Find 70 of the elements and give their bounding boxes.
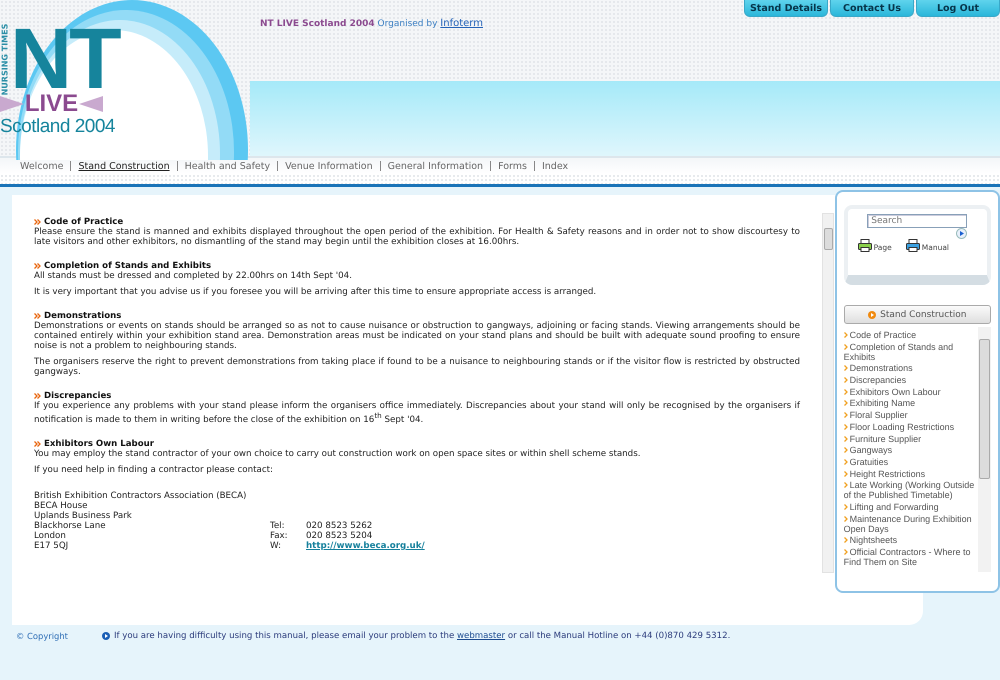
sidebar-item[interactable]: Demonstrations (844, 363, 978, 374)
scrollbar[interactable] (822, 213, 834, 573)
section-button[interactable]: Stand Construction (844, 305, 991, 324)
tagline: NT LIVE Scotland 2004 Organised by Infoterm (260, 18, 483, 31)
copyright-text: © Copyright (15, 631, 68, 641)
nav-link[interactable]: Welcome (20, 160, 64, 172)
contact-label: Tel: (270, 520, 286, 531)
bullet-icon (868, 310, 876, 318)
address-line: BECA House (34, 500, 88, 511)
scrollbar[interactable] (978, 327, 991, 572)
paragraph: You may employ the stand contractor of your own choice to carry out construction work on open space sites or within shell scheme stands. (34, 448, 642, 459)
paragraph: The organisers reserve the right to prevent demonstrations from taking place if found to be a nuisance to neighbouring stands or if the visitor flow is restricted by obstructed gangways. (34, 357, 800, 377)
sidebar-item[interactable]: Discrepancies (844, 375, 978, 386)
printer-icon (906, 239, 920, 252)
sidebar-item[interactable]: Floor Loading Restrictions (844, 422, 978, 432)
address-line: Blackhorse Lane (34, 520, 107, 531)
sidebar-item[interactable]: Furniture Supplier (844, 434, 978, 444)
search-field[interactable]: Search (867, 214, 968, 228)
nav-link[interactable]: Stand Construction (78, 160, 170, 172)
contact-value: 020 8523 5262 (306, 520, 374, 531)
address-line: London (34, 530, 67, 541)
sidebar-item[interactable]: Official Contractors - Where to Find Them on Site (844, 547, 978, 567)
paragraph: Please ensure the stand is manned and exhibits displayed throughout the open period of the exhibition. For Health & Safety reasons and in order not to show discourtesy to late visitors and other exhibitors, no dismantling of the stand may begin until the exhibition closes at 16.00hrs. (34, 227, 800, 247)
organiser-link[interactable]: Infoterm (440, 18, 483, 29)
info-bullet-icon (102, 632, 110, 640)
section-heading: Discrepancies (44, 391, 112, 401)
header-tab[interactable]: Contact Us (830, 0, 914, 17)
double-chevron-icon (34, 440, 41, 447)
sidebar-item[interactable]: Exhibitors Own Labour (844, 386, 978, 397)
paragraph: All stands must be dressed and completed by 22.00hrs on 14th Sept '04. (34, 271, 353, 281)
website-link[interactable]: http://www.beca.org.uk/ (306, 540, 800, 551)
sidebar-item[interactable]: Exhibiting Name (844, 398, 978, 408)
address-line: British Exhibition Contractors Association (BECA) (34, 490, 248, 501)
sidebar-item[interactable]: Nightsheets (844, 535, 978, 546)
webmaster-link[interactable]: webmaster (457, 631, 506, 641)
section-heading: Completion of Stands and Exhibits (44, 261, 212, 271)
sidebar-item[interactable]: Floral Supplier (844, 410, 978, 420)
nav-link[interactable]: General Information (388, 160, 484, 172)
nav-link[interactable]: Health and Safety (184, 160, 270, 172)
nav-link[interactable]: Venue Information (285, 160, 373, 172)
printer-icon (858, 239, 872, 252)
double-chevron-icon (34, 263, 41, 269)
paragraph: Demonstrations or events on stands should be arranged so as not to cause nuisance or obstruction to gangways, adjoining or facing stands. Viewing arrangements should be contained entirely within your exhibition stand area. Demonstration areas must be indicated on your stand plans and should be built with adequate sound proofing to ensure noise is not a problem to neighbouring stands. (34, 321, 800, 351)
paragraph: It is very important that you advise us if you foresee you will be arriving after this time to ensure appropriate access is arranged. (34, 287, 598, 297)
nav-link[interactable]: Index (542, 160, 568, 172)
nav-link[interactable]: Forms (498, 160, 527, 172)
paragraph: If you need help in finding a contractor please contact: (34, 464, 274, 475)
sidebar-item[interactable]: Completion of Stands and Exhibits (844, 342, 978, 362)
double-chevron-icon (34, 313, 41, 319)
header-tab[interactable]: Stand Details (744, 0, 828, 17)
section-heading: Exhibitors Own Labour (44, 438, 154, 449)
footer-notice: If you are having difficulty using this manual, please email your problem to the webmaster or call the Manual Hotline on +44 (0)870 429 5312. (114, 631, 730, 641)
address-line: E17 5QJ (34, 540, 70, 551)
header-tab[interactable]: Log Out (916, 0, 1000, 17)
sidebar-item[interactable]: Maintenance During Exhibition Open Days (844, 514, 978, 534)
paragraph: If you experience any problems with your stand please inform the organisers office immediately. Discrepancies about your stand will only be recognised by the organisers if notification is made to them in writing before the close of the exhibition on 16$^{th}$ Sept '04. (34, 401, 800, 425)
sidebar-item[interactable]: Gratuities (844, 456, 978, 467)
contact-label: Fax: (270, 530, 289, 541)
sidebar-item[interactable]: Lifting and Forwarding (844, 502, 978, 512)
sidebar-item[interactable]: Height Restrictions (844, 468, 978, 479)
sidebar-item[interactable]: Gangways (844, 445, 978, 456)
double-chevron-icon (34, 219, 41, 225)
section-heading: Code of Practice (44, 217, 124, 227)
contact-value: 020 8523 5204 (306, 530, 374, 541)
section-heading: Demonstrations (44, 311, 122, 321)
contact-label: W: (270, 540, 282, 551)
address-line: Uplands Business Park (34, 510, 133, 521)
double-chevron-icon (34, 393, 41, 399)
sidebar-item[interactable]: Late Working (Working Outside of the Published Timetable) (844, 480, 978, 500)
sidebar-item[interactable]: Code of Practice (844, 330, 978, 340)
